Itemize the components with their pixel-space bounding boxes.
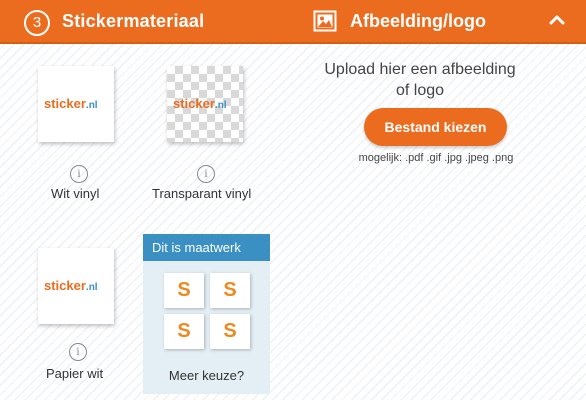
material-label: Papier wit <box>46 366 104 381</box>
material-thumbnail: sticker.nl <box>38 248 114 324</box>
material-option-wit-vinyl[interactable]: sticker.nl i Wit vinyl <box>20 62 138 212</box>
shape-tile: S <box>164 314 204 349</box>
sticker-logo: sticker.nl <box>44 278 98 293</box>
upload-instruction: Upload hier een afbeelding of logo <box>324 61 516 99</box>
material-option-papier-wit[interactable]: sticker.nl i Papier wit <box>20 244 138 386</box>
info-icon[interactable]: i <box>70 165 88 183</box>
material-label: Transparant vinyl <box>152 186 252 201</box>
header-bar: 3 Stickermateriaal Afbeelding/logo <box>0 0 586 44</box>
sticker-logo: sticker.nl <box>173 96 227 111</box>
upload-section-title: Afbeelding/logo <box>350 11 486 31</box>
material-thumbnail: sticker.nl <box>167 66 243 142</box>
chevron-up-icon[interactable] <box>549 12 565 28</box>
step-title: Stickermateriaal <box>62 11 205 31</box>
material-thumbnail: sticker.nl <box>38 66 114 142</box>
shape-tiles: S S S S <box>164 273 250 349</box>
choose-file-button[interactable]: Bestand kiezen <box>364 108 507 146</box>
maatwerk-label: Meer keuze? <box>168 368 245 383</box>
step-number-badge: 3 <box>24 10 50 36</box>
allowed-formats: mogelijk: .pdf .gif .jpg .jpeg .png <box>358 152 514 164</box>
shape-tile: S <box>210 273 250 308</box>
maatwerk-header: Dit is maatwerk <box>143 234 270 261</box>
shape-tile: S <box>164 273 204 308</box>
info-icon[interactable]: i <box>69 343 87 361</box>
maatwerk-option[interactable]: Dit is maatwerk S S S S Meer keuze? <box>143 234 270 394</box>
shape-tile: S <box>210 314 250 349</box>
material-label: Wit vinyl <box>51 186 100 201</box>
image-icon <box>313 10 337 32</box>
info-icon[interactable]: i <box>197 165 215 183</box>
material-option-transparant-vinyl[interactable]: sticker.nl i Transparant vinyl <box>148 62 276 212</box>
sticker-logo: sticker.nl <box>44 96 98 111</box>
